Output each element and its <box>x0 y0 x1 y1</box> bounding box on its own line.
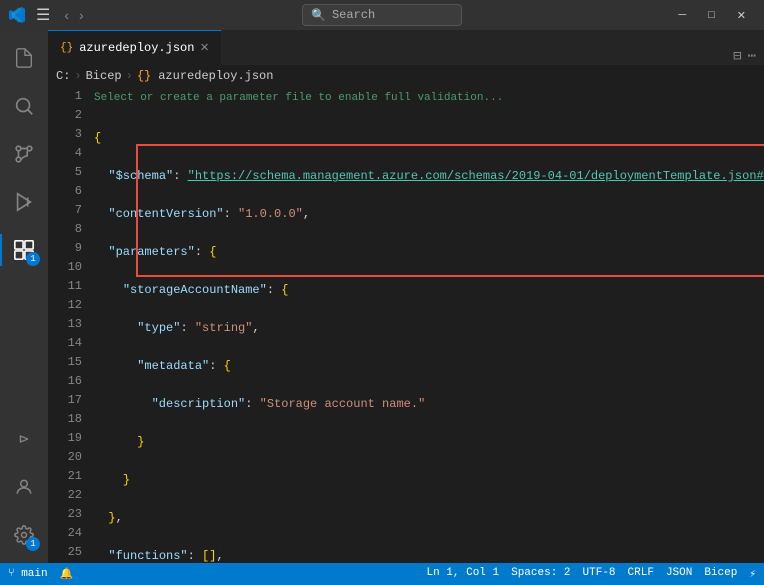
code-column: Select or create a parameter file to ena… <box>90 87 764 563</box>
status-branch[interactable]: ⑂ main <box>8 568 48 580</box>
sidebar-item-extensions[interactable]: 1 <box>0 226 48 274</box>
more-actions-button[interactable]: ⋯ <box>748 48 756 65</box>
status-eol[interactable]: CRLF <box>628 567 654 581</box>
titlebar-right: ─ □ ✕ <box>544 5 764 26</box>
info-text: Select or create a parameter file to ena… <box>94 92 503 104</box>
sidebar-item-explorer[interactable] <box>0 34 48 82</box>
vscode-logo-icon <box>8 6 26 24</box>
main-layout: 1 ⊳ 1 {} azuredeploy.json ✕ ⊟ <box>0 30 764 563</box>
code-line-2: "$schema": "https://schema.management.az… <box>94 167 764 186</box>
status-spaces[interactable]: Spaces: 2 <box>511 567 570 581</box>
explorer-icon <box>13 47 35 69</box>
code-line-3: "contentVersion": "1.0.0.0", <box>94 205 764 224</box>
status-language[interactable]: JSON <box>666 567 692 581</box>
tab-actions: ⊟ ⋯ <box>733 48 764 65</box>
status-cursor[interactable]: Ln 1, Col 1 <box>426 567 499 581</box>
source-control-icon <box>13 143 35 165</box>
tab-label: azuredeploy.json <box>79 41 194 55</box>
breadcrumb-drive[interactable]: C: <box>56 69 70 83</box>
sidebar-item-search[interactable] <box>0 82 48 130</box>
line-numbers: 12345 678910 1112131415 1617181920 21222… <box>48 87 90 563</box>
search-icon: 🔍 <box>311 8 326 23</box>
code-line-1: { <box>94 129 764 148</box>
tab-file-icon: {} <box>60 42 73 54</box>
info-bar: Select or create a parameter file to ena… <box>90 87 764 110</box>
code-content[interactable]: { "$schema": "https://schema.management.… <box>90 110 764 563</box>
titlebar: ☰ ‹ › 🔍 Search ─ □ ✕ <box>0 0 764 30</box>
code-editor[interactable]: 12345 678910 1112131415 1617181920 21222… <box>48 87 764 563</box>
sidebar-item-run[interactable] <box>0 178 48 226</box>
nav-forward-button[interactable]: › <box>75 5 88 25</box>
nav-back-button[interactable]: ‹ <box>60 5 73 25</box>
close-button[interactable]: ✕ <box>727 5 756 26</box>
extensions-badge: 1 <box>26 252 40 266</box>
status-right: Ln 1, Col 1 Spaces: 2 UTF-8 CRLF JSON Bi… <box>426 567 756 581</box>
search-input[interactable]: 🔍 Search <box>302 4 462 26</box>
tab-bar: {} azuredeploy.json ✕ ⊟ ⋯ <box>48 30 764 65</box>
code-line-5: "storageAccountName": { <box>94 281 764 300</box>
code-line-12: "functions": [], <box>94 547 764 563</box>
sidebar-item-source-control[interactable] <box>0 130 48 178</box>
code-line-11: }, <box>94 509 764 528</box>
maximize-button[interactable]: □ <box>698 5 725 25</box>
sidebar-item-remote[interactable]: ⊳ <box>0 415 48 463</box>
tab-close-button[interactable]: ✕ <box>200 41 208 55</box>
breadcrumb: C: › Bicep › {} azuredeploy.json <box>48 65 764 87</box>
status-encoding[interactable]: UTF-8 <box>583 567 616 581</box>
settings-badge: 1 <box>26 537 40 551</box>
status-bar: ⑂ main 🔔 Ln 1, Col 1 Spaces: 2 UTF-8 CRL… <box>0 563 764 585</box>
editor-area: {} azuredeploy.json ✕ ⊟ ⋯ C: › Bicep › {… <box>48 30 764 563</box>
breadcrumb-file-icon: {} <box>137 69 151 83</box>
code-line-8: "description": "Storage account name." <box>94 395 764 414</box>
search-bar: 🔍 Search <box>220 4 544 26</box>
breadcrumb-folder[interactable]: Bicep <box>86 69 122 83</box>
code-line-6: "type": "string", <box>94 319 764 338</box>
titlebar-left: ☰ ‹ › <box>0 5 220 25</box>
sidebar-item-settings[interactable]: 1 <box>0 511 48 559</box>
sidebar-item-accounts[interactable] <box>0 463 48 511</box>
code-line-9: } <box>94 433 764 452</box>
code-line-10: } <box>94 471 764 490</box>
tab-azuredeploy[interactable]: {} azuredeploy.json ✕ <box>48 30 221 65</box>
breadcrumb-file[interactable]: azuredeploy.json <box>158 69 273 83</box>
status-notifications[interactable]: 🔔 <box>60 567 74 581</box>
minimize-button[interactable]: ─ <box>668 5 696 25</box>
activity-bar: 1 ⊳ 1 <box>0 30 48 563</box>
status-bicep[interactable]: Bicep <box>704 567 737 581</box>
search-placeholder: Search <box>332 8 375 22</box>
split-editor-button[interactable]: ⊟ <box>733 48 741 65</box>
status-lightning[interactable]: ⚡ <box>749 567 756 581</box>
nav-arrows: ‹ › <box>60 5 87 25</box>
code-line-7: "metadata": { <box>94 357 764 376</box>
hamburger-menu-icon[interactable]: ☰ <box>32 5 54 25</box>
run-icon <box>13 191 35 213</box>
search-icon <box>13 95 35 117</box>
accounts-icon <box>14 477 34 497</box>
code-line-4: "parameters": { <box>94 243 764 262</box>
